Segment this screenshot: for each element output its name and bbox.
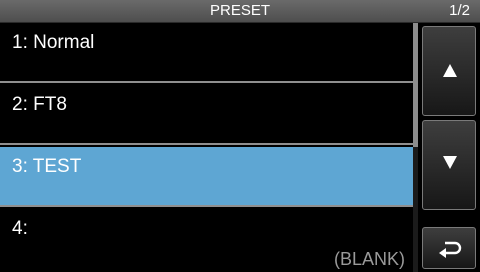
triangle-down-icon xyxy=(443,156,457,169)
page-indicator: 1/2 xyxy=(449,2,470,19)
scroll-up-button[interactable] xyxy=(422,26,476,116)
preset-row-4[interactable]: 4: (BLANK) xyxy=(0,209,413,272)
screen-title: PRESET xyxy=(209,2,270,19)
blank-status: (BLANK) xyxy=(333,249,405,269)
scrollbar[interactable] xyxy=(413,23,418,272)
preset-row-1[interactable]: 1: Normal xyxy=(0,23,413,83)
preset-row-2[interactable]: 2: FT8 xyxy=(0,85,413,145)
preset-list: 1: Normal 2: FT8 3: TEST 4: (BLANK) xyxy=(0,23,413,272)
scroll-down-button[interactable] xyxy=(422,120,476,210)
title-bar: PRESET 1/2 xyxy=(0,0,480,23)
preset-row-3[interactable]: 3: TEST xyxy=(0,147,413,207)
scrollbar-thumb[interactable] xyxy=(413,23,418,147)
preset-label: 2: FT8 xyxy=(12,94,67,115)
triangle-up-icon xyxy=(443,64,457,77)
return-arrow-icon xyxy=(439,241,462,258)
preset-label: 1: Normal xyxy=(12,32,95,53)
back-button[interactable] xyxy=(422,227,476,269)
preset-label: 3: TEST xyxy=(12,156,82,177)
preset-label: 4: xyxy=(12,218,28,239)
